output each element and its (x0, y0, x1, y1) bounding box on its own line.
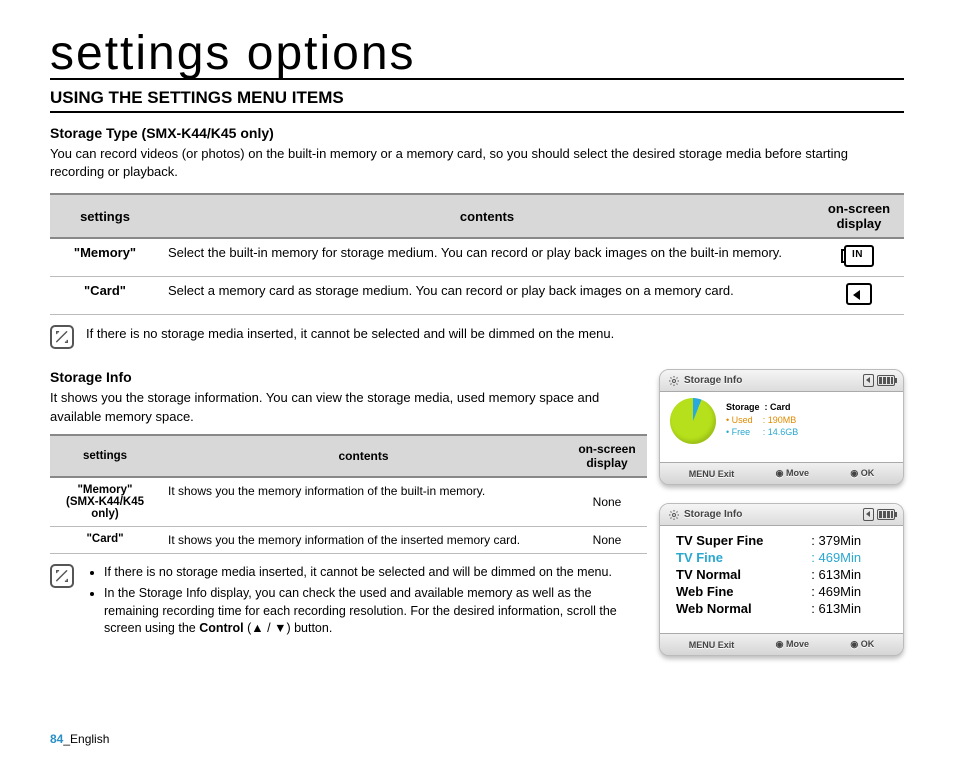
cell-content: It shows you the memory information of t… (160, 477, 567, 527)
cell-setting: "Card" (50, 526, 160, 553)
note-icon (50, 325, 74, 349)
table-row: "Memory" Select the built-in memory for … (50, 238, 904, 277)
card-mini-icon (863, 374, 874, 387)
free-value: : 14.6GB (763, 427, 799, 437)
device-bottombar: MENU Exit ◉ Move ◉ OK (660, 633, 903, 655)
recording-time-table: TV Super Fine: 379MinTV Fine: 469MinTV N… (674, 532, 889, 617)
note-row: If there is no storage media inserted, i… (50, 325, 904, 349)
used-value: : 190MB (763, 415, 797, 425)
ok-label: OK (861, 468, 875, 478)
page-title: settings options (50, 30, 904, 80)
device-body: Storage : Card • Used : 190MB • Free : 1… (660, 392, 903, 462)
table-row: "Memory" (SMX-K44/K45 only) It shows you… (50, 477, 647, 527)
cell-content: Select the built-in memory for storage m… (160, 238, 814, 277)
cell-content: Select a memory card as storage medium. … (160, 277, 814, 315)
cell-setting: "Memory" (SMX-K44/K45 only) (50, 477, 160, 527)
memory-in-icon (844, 245, 874, 267)
storage-label: Storage (726, 402, 760, 412)
storage-type-table: settings contents on-screen display "Mem… (50, 193, 904, 315)
cell-setting: "Memory" (50, 238, 160, 277)
device-title: Storage Info (684, 375, 742, 386)
device-titlebar: Storage Info (660, 370, 903, 392)
note-text: If there is no storage media inserted, i… (86, 325, 614, 343)
cell-content: It shows you the memory information of t… (160, 526, 567, 553)
storage-info-table: settings contents on-screen display "Mem… (50, 434, 647, 554)
storage-value: : Card (765, 402, 791, 412)
device-title: Storage Info (684, 509, 742, 520)
th-settings: settings (50, 194, 160, 238)
gear-icon (668, 375, 680, 387)
cell-osd: None (567, 526, 647, 553)
storage-type-intro: You can record videos (or photos) on the… (50, 145, 904, 181)
menu-label: MENU (689, 469, 716, 479)
ok-label: OK (861, 639, 875, 649)
note-icon (50, 564, 74, 588)
device-body: TV Super Fine: 379MinTV Fine: 469MinTV N… (660, 526, 903, 633)
cell-osd: None (567, 477, 647, 527)
battery-icon (877, 375, 895, 386)
table-row: "Card" Select a memory card as storage m… (50, 277, 904, 315)
storage-info-intro: It shows you the storage information. Yo… (50, 389, 647, 425)
setting-name: "Memory" (77, 484, 132, 496)
move-label: Move (786, 639, 809, 649)
page-language: _English (63, 732, 109, 746)
note-row: If there is no storage media inserted, i… (50, 564, 647, 642)
cell-osd (814, 277, 904, 315)
free-label: • Free (726, 427, 750, 437)
battery-icon (877, 509, 895, 520)
device-bottombar: MENU Exit ◉ Move ◉ OK (660, 462, 903, 484)
th-osd: on-screen display (814, 194, 904, 238)
pie-chart-icon (670, 398, 716, 444)
device-screen-storage-pie: Storage Info Storage : Card • Used : 190… (659, 369, 904, 485)
exit-label: Exit (718, 640, 735, 650)
bullet-item: In the Storage Info display, you can che… (104, 585, 647, 638)
page-footer: 84_English (50, 732, 109, 746)
th-contents: contents (160, 435, 567, 477)
cell-setting: "Card" (50, 277, 160, 315)
memory-card-icon (846, 283, 872, 305)
storage-info-heading: Storage Info (50, 369, 647, 385)
move-label: Move (786, 468, 809, 478)
section-heading: USING THE SETTINGS MENU ITEMS (50, 88, 904, 113)
th-settings: settings (50, 435, 160, 477)
bullet-item: If there is no storage media inserted, i… (104, 564, 647, 582)
exit-label: Exit (718, 469, 735, 479)
page-number: 84 (50, 732, 63, 746)
cell-osd (814, 238, 904, 277)
table-row: "Card" It shows you the memory informati… (50, 526, 647, 553)
card-mini-icon (863, 508, 874, 521)
note-bullet-list: If there is no storage media inserted, i… (104, 564, 647, 642)
th-osd: on-screen display (567, 435, 647, 477)
th-contents: contents (160, 194, 814, 238)
device-screen-rec-times: Storage Info TV Super Fine: 379MinTV Fin… (659, 503, 904, 656)
used-label: • Used (726, 415, 753, 425)
device-titlebar: Storage Info (660, 504, 903, 526)
setting-note: (SMX-K44/K45 only) (66, 496, 144, 520)
menu-label: MENU (689, 640, 716, 650)
storage-type-heading: Storage Type (SMX-K44/K45 only) (50, 125, 904, 141)
gear-icon (668, 509, 680, 521)
